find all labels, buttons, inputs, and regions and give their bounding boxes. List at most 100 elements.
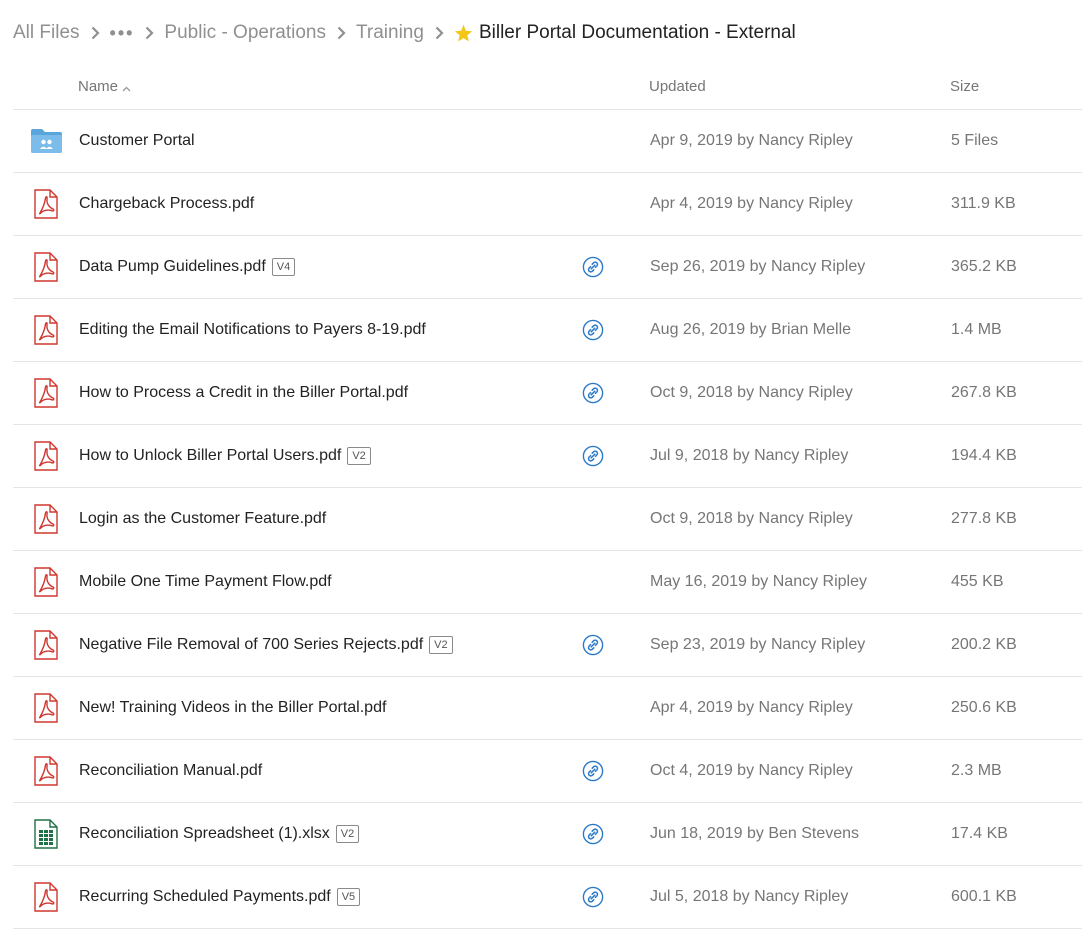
updated-info: Oct 9, 2018 by Nancy Ripley (650, 384, 853, 401)
table-row[interactable]: Reconciliation Manual.pdf Oct 4, 2019 by … (13, 740, 1082, 803)
file-name-label: How to Process a Credit in the Biller Po… (79, 384, 409, 401)
version-badge: V2 (335, 825, 360, 843)
updated-info: Jul 5, 2018 by Nancy Ripley (650, 888, 849, 905)
file-name-label: Recurring Scheduled Payments.pdf (79, 888, 331, 905)
file-size: 365.2 KB (951, 258, 1017, 275)
updated-info: Oct 4, 2019 by Nancy Ripley (650, 762, 853, 779)
file-name-label: Reconciliation Manual.pdf (79, 762, 263, 779)
file-list-body: Customer Portal Apr 9, 2019 by Nancy Ripl… (13, 110, 1082, 929)
updated-info: Apr 4, 2019 by Nancy Ripley (650, 699, 853, 716)
file-size: 2.3 MB (951, 762, 1002, 779)
breadcrumb-training[interactable]: Training (356, 22, 424, 44)
version-badge: V4 (271, 258, 296, 276)
pdf-file-icon (28, 378, 64, 408)
file-size: 455 KB (951, 573, 1004, 590)
file-name-label: Negative File Removal of 700 Series Reje… (79, 636, 424, 653)
pdf-file-icon (28, 567, 64, 597)
updated-info: Sep 26, 2019 by Nancy Ripley (650, 258, 866, 275)
spreadsheet-file-icon (28, 819, 64, 849)
file-name-link[interactable]: Chargeback Process.pdf (79, 173, 254, 235)
file-name-link[interactable]: Recurring Scheduled Payments.pdf V5 (79, 866, 361, 928)
table-row[interactable]: How to Process a Credit in the Biller Po… (13, 362, 1082, 425)
version-badge: V2 (429, 636, 453, 654)
table-row[interactable]: Editing the Email Notifications to Payer… (13, 299, 1082, 362)
table-row[interactable]: Login as the Customer Feature.pdf Oct 9, … (13, 488, 1082, 551)
file-name-label: Chargeback Process.pdf (79, 195, 255, 212)
updated-info: Sep 23, 2019 by Nancy Ripley (650, 636, 866, 653)
file-name-link[interactable]: How to Unlock Biller Portal Users.pdf V2 (79, 425, 371, 487)
pdf-file-icon (28, 441, 64, 471)
shared-link-icon[interactable] (582, 886, 604, 908)
table-row[interactable]: Reconciliation Spreadsheet (1).xlsx V2 Jun… (13, 803, 1082, 866)
chevron-right-icon (337, 26, 346, 40)
file-size: 267.8 KB (951, 384, 1017, 401)
breadcrumb-all-files[interactable]: All Files (13, 22, 80, 44)
star-icon (454, 24, 473, 42)
breadcrumb-current-folder: Biller Portal Documentation - External (478, 22, 796, 43)
file-name-label: How to Unlock Biller Portal Users.pdf (79, 447, 342, 464)
breadcrumb-ellipsis[interactable]: ••• (110, 23, 135, 44)
table-row[interactable]: New! Training Videos in the Biller Porta… (13, 677, 1082, 740)
sort-ascending-icon (122, 79, 131, 96)
file-name-label: Editing the Email Notifications to Payer… (79, 321, 426, 338)
file-name-label: New! Training Videos in the Biller Porta… (79, 699, 387, 716)
table-row[interactable]: Mobile One Time Payment Flow.pdf May 16, … (13, 551, 1082, 614)
file-size: 250.6 KB (951, 699, 1017, 716)
file-size: 5 Files (951, 132, 999, 149)
chevron-right-icon (145, 26, 154, 40)
column-header-updated[interactable]: Updated (649, 78, 706, 95)
chevron-right-icon (91, 26, 100, 40)
file-list: Name Updated Size Customer Portal Apr 9, … (13, 64, 1082, 929)
updated-info: May 16, 2019 by Nancy Ripley (650, 573, 867, 590)
pdf-file-icon (28, 693, 64, 723)
shared-link-icon[interactable] (582, 823, 604, 845)
column-header-name[interactable]: Name (78, 78, 131, 96)
table-row[interactable]: Data Pump Guidelines.pdf V4 Sep 26, 2019 b… (13, 236, 1082, 299)
breadcrumb-public-operations[interactable]: Public - Operations (164, 22, 326, 44)
shared-link-icon[interactable] (582, 256, 604, 278)
updated-info: Jul 9, 2018 by Nancy Ripley (650, 447, 849, 464)
table-row[interactable]: Recurring Scheduled Payments.pdf V5 Jul 5,… (13, 866, 1082, 929)
file-name-label: Mobile One Time Payment Flow.pdf (79, 573, 332, 590)
table-row[interactable]: Customer Portal Apr 9, 2019 by Nancy Ripl… (13, 110, 1082, 173)
shared-link-icon[interactable] (582, 319, 604, 341)
file-size: 200.2 KB (951, 636, 1017, 653)
column-header-name-label: Name (78, 78, 119, 95)
file-name-link[interactable]: Mobile One Time Payment Flow.pdf (79, 551, 332, 613)
file-name-link[interactable]: Reconciliation Spreadsheet (1).xlsx V2 (79, 803, 360, 865)
file-size: 277.8 KB (951, 510, 1017, 527)
shared-link-icon[interactable] (582, 760, 604, 782)
file-name-label: Data Pump Guidelines.pdf (79, 258, 266, 275)
file-name-link[interactable]: Reconciliation Manual.pdf (79, 740, 262, 802)
folder-icon (28, 126, 64, 156)
file-name-label: Login as the Customer Feature.pdf (79, 510, 327, 527)
breadcrumb: All Files ••• Public - Operations Traini… (13, 20, 796, 46)
version-badge: V5 (336, 888, 361, 906)
updated-info: Aug 26, 2019 by Brian Melle (650, 321, 852, 338)
file-name-link[interactable]: How to Process a Credit in the Biller Po… (79, 362, 408, 424)
shared-link-icon[interactable] (582, 382, 604, 404)
chevron-right-icon (435, 26, 444, 40)
shared-link-icon[interactable] (582, 634, 604, 656)
file-name-link[interactable]: Negative File Removal of 700 Series Reje… (79, 614, 453, 676)
file-name-link[interactable]: Customer Portal (79, 110, 195, 172)
shared-link-icon[interactable] (582, 445, 604, 467)
file-name-link[interactable]: Data Pump Guidelines.pdf V4 (79, 236, 296, 298)
pdf-file-icon (28, 630, 64, 660)
file-name-label: Customer Portal (79, 132, 195, 149)
pdf-file-icon (28, 504, 64, 534)
column-header-size[interactable]: Size (950, 78, 979, 95)
updated-info: Apr 4, 2019 by Nancy Ripley (650, 195, 853, 212)
file-name-link[interactable]: New! Training Videos in the Biller Porta… (79, 677, 386, 739)
table-row[interactable]: Chargeback Process.pdf Apr 4, 2019 by Nan… (13, 173, 1082, 236)
file-name-link[interactable]: Editing the Email Notifications to Payer… (79, 299, 426, 361)
file-size: 17.4 KB (951, 825, 1008, 842)
file-size: 1.4 MB (951, 321, 1002, 338)
file-size: 600.1 KB (951, 888, 1017, 905)
file-name-link[interactable]: Login as the Customer Feature.pdf (79, 488, 326, 550)
pdf-file-icon (28, 189, 64, 219)
pdf-file-icon (28, 756, 64, 786)
table-row[interactable]: Negative File Removal of 700 Series Reje… (13, 614, 1082, 677)
table-row[interactable]: How to Unlock Biller Portal Users.pdf V2 J… (13, 425, 1082, 488)
file-list-header: Name Updated Size (13, 64, 1082, 110)
